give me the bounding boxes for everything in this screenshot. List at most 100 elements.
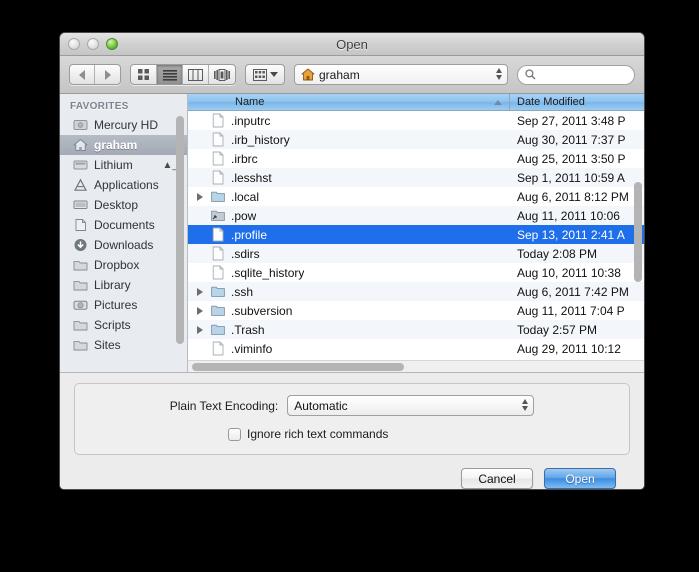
- sidebar-item-label: Scripts: [94, 318, 131, 332]
- view-mode-segmented-control: [130, 64, 236, 85]
- home-icon: [301, 68, 315, 81]
- cancel-button[interactable]: Cancel: [461, 468, 533, 489]
- search-field[interactable]: [517, 65, 635, 85]
- table-row[interactable]: .sdirsToday 2:08 PM: [188, 244, 644, 263]
- table-row[interactable]: .sqlite_historyAug 10, 2011 10:38: [188, 263, 644, 282]
- file-name-label: .Trash: [231, 323, 265, 337]
- file-name-cell: .sqlite_history: [188, 265, 510, 280]
- folder-icon: [73, 258, 88, 272]
- encoding-label: Plain Text Encoding:: [170, 399, 279, 413]
- table-row[interactable]: .viminfoAug 29, 2011 10:12: [188, 339, 644, 358]
- table-row[interactable]: .profileSep 13, 2011 2:41 A: [188, 225, 644, 244]
- sidebar-item-downloads[interactable]: Downloads: [60, 235, 187, 255]
- list-view-icon: [163, 69, 177, 81]
- stepper-up-icon: [496, 68, 502, 73]
- sidebar-scrollbar[interactable]: [176, 116, 184, 344]
- column-view-icon: [188, 69, 203, 81]
- file-date-cell: Aug 6, 2011 8:12 PM: [510, 190, 644, 204]
- file-list-horizontal-scrollbar[interactable]: [192, 363, 404, 371]
- table-row[interactable]: .sshAug 6, 2011 7:42 PM: [188, 282, 644, 301]
- encoding-popup-button[interactable]: Automatic: [287, 395, 534, 416]
- file-name-label: .sdirs: [231, 247, 260, 261]
- file-date-cell: Aug 11, 2011 7:04 P: [510, 304, 644, 318]
- table-row[interactable]: .irbrcAug 25, 2011 3:50 P: [188, 149, 644, 168]
- disclosure-triangle[interactable]: [194, 307, 206, 315]
- harddisk-icon: [73, 118, 88, 132]
- table-row[interactable]: .local Aug 6, 2011 8:12 PM: [188, 187, 644, 206]
- icon-view-icon: [137, 68, 150, 81]
- table-row[interactable]: .powAug 11, 2011 10:06: [188, 206, 644, 225]
- disclosure-triangle[interactable]: [194, 326, 206, 334]
- file-list-horizontal-scroll-track: [188, 360, 644, 372]
- file-name-cell: .ssh: [188, 284, 510, 299]
- title-bar: Open: [60, 33, 644, 56]
- file-name-cell: .inputrc: [188, 113, 510, 128]
- table-row[interactable]: .TrashToday 2:57 PM: [188, 320, 644, 339]
- sidebar-item-lithium[interactable]: Lithium▲_: [60, 155, 187, 175]
- ignore-rich-text-checkbox[interactable]: [228, 428, 241, 441]
- stepper-down-icon: [496, 75, 502, 80]
- file-date-cell: Sep 27, 2011 3:48 P: [510, 114, 644, 128]
- document-icon: [211, 246, 225, 261]
- column-header-row: Name Date Modified: [188, 94, 644, 111]
- file-name-cell: .sdirs: [188, 246, 510, 261]
- file-name-cell: .subversion: [188, 303, 510, 318]
- sidebar-item-dropbox[interactable]: Dropbox: [60, 255, 187, 275]
- file-name-label: .inputrc: [231, 114, 270, 128]
- sidebar-item-label: Dropbox: [94, 258, 139, 272]
- icon-view-button[interactable]: [131, 65, 157, 84]
- column-header-date[interactable]: Date Modified: [510, 94, 644, 110]
- applications-icon: [73, 178, 88, 192]
- file-name-label: .pow: [231, 209, 256, 223]
- close-button[interactable]: [68, 38, 80, 50]
- folder-icon: [211, 322, 225, 337]
- pictures-icon: [73, 298, 88, 312]
- folder-icon: [73, 278, 88, 292]
- minimize-button[interactable]: [87, 38, 99, 50]
- open-dialog-window: Open: [59, 32, 645, 490]
- search-input[interactable]: [540, 69, 630, 81]
- sidebar-item-sites[interactable]: Sites: [60, 335, 187, 355]
- arrange-by-button[interactable]: [245, 64, 285, 85]
- path-popup-button[interactable]: graham: [294, 64, 508, 85]
- sidebar-item-documents[interactable]: Documents: [60, 215, 187, 235]
- dialog-button-row: Cancel Open: [74, 455, 630, 489]
- file-name-cell: .Trash: [188, 322, 510, 337]
- document-icon: [211, 341, 225, 356]
- list-view-button[interactable]: [157, 65, 183, 84]
- table-row[interactable]: .irb_historyAug 30, 2011 7:37 P: [188, 130, 644, 149]
- stepper-up-icon: [522, 399, 528, 404]
- document-icon: [211, 227, 225, 242]
- sidebar-item-desktop[interactable]: Desktop: [60, 195, 187, 215]
- coverflow-view-button[interactable]: [209, 65, 235, 84]
- file-list-vertical-scrollbar[interactable]: [634, 182, 642, 282]
- sidebar-item-graham[interactable]: graham: [60, 135, 187, 155]
- column-header-name[interactable]: Name: [188, 94, 510, 110]
- sidebar-item-label: Desktop: [94, 198, 138, 212]
- path-popup-stepper: [496, 68, 502, 80]
- open-button[interactable]: Open: [544, 468, 616, 489]
- file-name-label: .local: [231, 190, 259, 204]
- disclosure-triangle[interactable]: [194, 288, 206, 296]
- file-name-label: .irb_history: [231, 133, 290, 147]
- forward-button[interactable]: [95, 65, 120, 84]
- ignore-rich-text-row[interactable]: Ignore rich text commands: [228, 427, 619, 441]
- file-date-cell: Aug 10, 2011 10:38: [510, 266, 644, 280]
- file-rows: .inputrcSep 27, 2011 3:48 P.irb_historyA…: [188, 111, 644, 360]
- sidebar-item-label: Library: [94, 278, 131, 292]
- sidebar-section-header: FAVORITES: [60, 94, 187, 115]
- sidebar-item-applications[interactable]: Applications: [60, 175, 187, 195]
- zoom-button[interactable]: [106, 38, 118, 50]
- back-button[interactable]: [70, 65, 95, 84]
- table-row[interactable]: .lesshstSep 1, 2011 10:59 A: [188, 168, 644, 187]
- table-row[interactable]: .subversionAug 11, 2011 7:04 P: [188, 301, 644, 320]
- sidebar-item-scripts[interactable]: Scripts: [60, 315, 187, 335]
- disclosure-triangle[interactable]: [194, 193, 206, 201]
- window-controls: [68, 38, 118, 50]
- folder-icon: [73, 318, 88, 332]
- column-view-button[interactable]: [183, 65, 209, 84]
- table-row[interactable]: .inputrc Sep 27, 2011 3:48 P: [188, 111, 644, 130]
- sidebar-item-library[interactable]: Library: [60, 275, 187, 295]
- sidebar-item-pictures[interactable]: Pictures: [60, 295, 187, 315]
- sidebar-item-mercury-hd[interactable]: Mercury HD: [60, 115, 187, 135]
